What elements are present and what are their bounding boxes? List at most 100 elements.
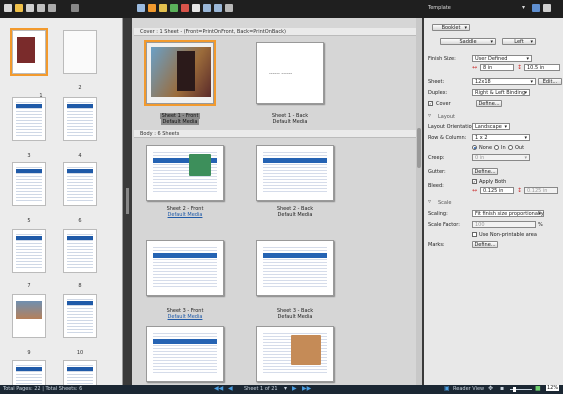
imposition-icon[interactable] xyxy=(148,4,156,12)
template-save-icon[interactable] xyxy=(532,4,540,12)
cover-photo xyxy=(17,37,35,63)
zoom-slider-handle[interactable] xyxy=(513,387,516,392)
fit-icon[interactable] xyxy=(225,4,233,12)
document-icon[interactable] xyxy=(192,4,200,12)
gutter-define-button[interactable]: Define... xyxy=(472,168,498,175)
zoom-in-icon[interactable]: ■ xyxy=(535,386,541,392)
scale-factor-label: Scale Factor: xyxy=(428,222,460,228)
binding-dropdown[interactable]: Saddle xyxy=(440,38,496,45)
creep-in-label: In xyxy=(501,145,506,151)
binding-side-dropdown[interactable]: Left xyxy=(502,38,536,45)
thumbnail-page-12[interactable] xyxy=(63,360,97,385)
reader-view-toggle[interactable]: Reader View xyxy=(453,386,484,392)
media-link[interactable]: Default Media xyxy=(168,314,203,320)
thumbnail-page-10[interactable] xyxy=(63,294,97,338)
finish-size-dropdown[interactable]: User Defined xyxy=(472,55,532,62)
sheet-4-back[interactable] xyxy=(256,326,334,382)
bleed-vertical-icon: ↕ xyxy=(517,187,523,194)
finish-width-input[interactable]: 8 in xyxy=(480,64,514,71)
print-icon[interactable] xyxy=(37,4,45,12)
split-icon[interactable] xyxy=(214,4,222,12)
layout-section-header[interactable]: Layout xyxy=(438,114,455,120)
body-section-header[interactable]: Body : 6 Sheets xyxy=(134,130,420,138)
collapse-icon[interactable]: ▿ xyxy=(428,199,431,205)
scaling-label: Scaling: xyxy=(428,211,448,217)
thumbnail-page-6[interactable] xyxy=(63,162,97,206)
cover-define-button[interactable]: Define... xyxy=(476,100,502,107)
template-folder-icon[interactable] xyxy=(543,4,551,12)
fit-view-icon[interactable]: ✥ xyxy=(488,386,493,392)
thumbnail-page-1[interactable] xyxy=(10,28,48,76)
dropdown-arrow-icon[interactable]: ▾ xyxy=(522,5,525,11)
sheet-1-back[interactable]: ------ ------ xyxy=(256,42,324,104)
thumbnail-page-8[interactable] xyxy=(63,229,97,273)
thumbnail-page-3[interactable] xyxy=(12,97,46,141)
thumbnail-page-2[interactable] xyxy=(63,30,97,74)
last-sheet-icon[interactable]: ▶▶ xyxy=(302,386,311,392)
sheet-navigator[interactable]: Sheet 1 of 21 xyxy=(244,386,278,392)
panel-splitter[interactable] xyxy=(123,18,132,385)
zoom-out-icon[interactable]: ▪ xyxy=(500,386,504,392)
row-column-dropdown[interactable]: 1 x 2 xyxy=(472,134,530,141)
sheet-dropdown[interactable]: 12x18 xyxy=(472,78,536,85)
sheet-4-front[interactable] xyxy=(146,326,224,382)
save-icon[interactable] xyxy=(26,4,34,12)
marker-icon[interactable] xyxy=(181,4,189,12)
sheet-1-front[interactable] xyxy=(144,40,216,106)
creep-label: Creep: xyxy=(428,155,445,161)
thumbnail-page-11[interactable] xyxy=(12,360,46,385)
palette-icon[interactable] xyxy=(170,4,178,12)
thumbnail-page-9[interactable] xyxy=(12,294,46,338)
bleed-vertical-input[interactable]: 0.125 in xyxy=(524,187,558,194)
thumbnail-page-7[interactable] xyxy=(12,229,46,273)
media-link[interactable]: Default Media xyxy=(168,212,203,218)
collapse-icon[interactable]: ▿ xyxy=(428,113,431,119)
sheet-1-back-caption: Sheet 1 - Back Default Media xyxy=(245,113,335,125)
sheet-3-front[interactable] xyxy=(146,240,224,296)
apply-both-checkbox[interactable]: ✓ xyxy=(472,179,477,184)
creep-out-radio[interactable] xyxy=(508,145,513,150)
template-type-dropdown[interactable]: Booklet xyxy=(432,24,470,31)
close-panel-icon[interactable] xyxy=(71,4,79,12)
sheet-media: Default Media xyxy=(277,314,313,320)
reader-view-icon[interactable]: ▣ xyxy=(444,386,450,392)
sheet-media: Default Media xyxy=(160,119,200,125)
thumbnail-page-5[interactable] xyxy=(12,162,46,206)
scaling-dropdown[interactable]: Fit finish size proportionally xyxy=(472,210,544,217)
layout-icon[interactable] xyxy=(137,4,145,12)
open-icon[interactable] xyxy=(15,4,23,12)
scrollbar-thumb[interactable] xyxy=(417,128,421,168)
next-sheet-icon[interactable]: ▶ xyxy=(292,386,297,392)
nonprintable-checkbox[interactable] xyxy=(472,232,477,237)
thumbnail-page-4[interactable] xyxy=(63,97,97,141)
splitter-grip[interactable] xyxy=(126,188,129,214)
layout-orientation-dropdown[interactable]: Landscape xyxy=(472,123,510,130)
new-icon[interactable] xyxy=(4,4,12,12)
scale-factor-input[interactable]: 100 xyxy=(472,221,536,228)
height-icon: ↕ xyxy=(517,64,523,71)
cover-section-header[interactable]: Cover : 1 Sheet - (Front=PrintOnFront, B… xyxy=(134,28,420,36)
zoom-slider[interactable] xyxy=(510,387,532,392)
chart-icon[interactable] xyxy=(159,4,167,12)
sheet-3-back[interactable] xyxy=(256,240,334,296)
thumbnail-label: 3 xyxy=(27,153,31,159)
grid-icon[interactable] xyxy=(203,4,211,12)
scale-section-header[interactable]: Scale xyxy=(438,200,451,206)
first-sheet-icon[interactable]: ◀◀ xyxy=(214,386,223,392)
sheet-edit-button[interactable]: Edit... xyxy=(538,78,562,85)
creep-in-radio[interactable] xyxy=(494,145,499,150)
creep-input[interactable]: 0 in xyxy=(472,154,530,161)
page-count-status: Total Pages: 22 | Total Sheets: 6 xyxy=(3,386,83,392)
sheet-dropdown-icon[interactable]: ▾ xyxy=(284,386,287,392)
prev-sheet-icon[interactable]: ◀ xyxy=(228,386,233,392)
layout-orientation-label: Layout Orientation: xyxy=(428,124,477,130)
sheet-2-front[interactable] xyxy=(146,145,224,201)
creep-none-radio[interactable] xyxy=(472,145,477,150)
marks-define-button[interactable]: Define... xyxy=(472,241,498,248)
duplex-dropdown[interactable]: Right & Left Binding xyxy=(472,89,530,96)
settings-icon[interactable] xyxy=(48,4,56,12)
sheet-2-back[interactable] xyxy=(256,145,334,201)
bleed-horizontal-input[interactable]: 0.125 in xyxy=(480,187,514,194)
cover-checkbox[interactable]: ✓ xyxy=(428,101,433,106)
finish-height-input[interactable]: 10.5 in xyxy=(524,64,560,71)
